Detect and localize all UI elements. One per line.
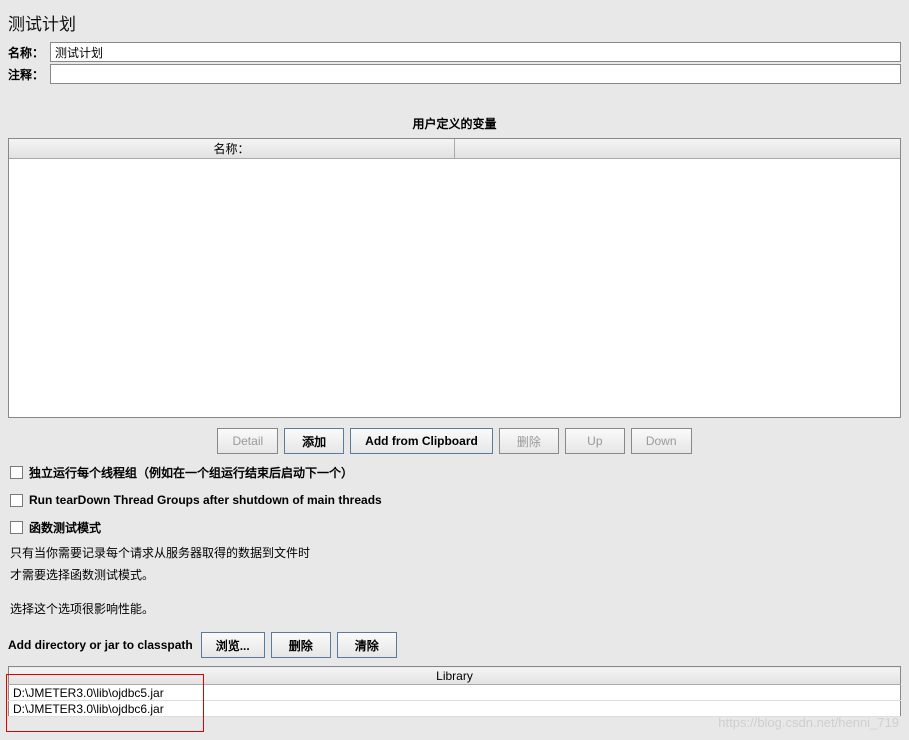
library-table: Library D:\JMETER3.0\lib\ojdbc5.jar D:\J…: [8, 666, 901, 717]
add-button[interactable]: 添加: [284, 428, 344, 454]
independent-threads-checkbox[interactable]: [10, 466, 23, 479]
user-vars-table: 名称：: [8, 138, 901, 418]
name-input[interactable]: [50, 42, 901, 62]
down-button[interactable]: Down: [631, 428, 692, 454]
library-row[interactable]: D:\JMETER3.0\lib\ojdbc5.jar: [9, 685, 901, 701]
classpath-row: Add directory or jar to classpath 浏览... …: [0, 620, 909, 664]
page-title: 测试计划: [0, 0, 909, 41]
col-value-header[interactable]: [455, 139, 900, 158]
teardown-row: Run tearDown Thread Groups after shutdow…: [0, 487, 909, 513]
name-row: 名称：: [0, 41, 909, 63]
teardown-label: Run tearDown Thread Groups after shutdow…: [29, 493, 382, 507]
hint-line2: 才需要选择函数测试模式。: [0, 564, 909, 586]
independent-threads-label: 独立运行每个线程组（例如在一个组运行结束后启动下一个）: [29, 464, 353, 481]
up-button[interactable]: Up: [565, 428, 625, 454]
library-header[interactable]: Library: [9, 667, 901, 685]
hint-line3: 选择这个选项很影响性能。: [0, 586, 909, 620]
classpath-label: Add directory or jar to classpath: [8, 638, 193, 652]
classpath-delete-button[interactable]: 删除: [271, 632, 331, 658]
classpath-buttons: 浏览... 删除 清除: [201, 632, 397, 658]
detail-button[interactable]: Detail: [217, 428, 278, 454]
functional-mode-row: 函数测试模式: [0, 513, 909, 542]
teardown-checkbox[interactable]: [10, 494, 23, 507]
clear-button[interactable]: 清除: [337, 632, 397, 658]
user-vars-title: 用户定义的变量: [0, 85, 909, 138]
vars-button-row: Detail 添加 Add from Clipboard 删除 Up Down: [0, 418, 909, 458]
table-header-row: 名称：: [9, 139, 900, 159]
delete-button[interactable]: 删除: [499, 428, 559, 454]
functional-mode-label: 函数测试模式: [29, 519, 101, 536]
comment-input[interactable]: [50, 64, 901, 84]
browse-button[interactable]: 浏览...: [201, 632, 265, 658]
watermark: https://blog.csdn.net/henni_719: [718, 715, 899, 730]
functional-mode-checkbox[interactable]: [10, 521, 23, 534]
comment-label: 注释：: [8, 66, 50, 83]
col-name-header[interactable]: 名称：: [9, 139, 455, 158]
name-label: 名称：: [8, 44, 50, 61]
independent-threads-row: 独立运行每个线程组（例如在一个组运行结束后启动下一个）: [0, 458, 909, 487]
comment-row: 注释：: [0, 63, 909, 85]
add-clipboard-button[interactable]: Add from Clipboard: [350, 428, 493, 454]
hint-line1: 只有当你需要记录每个请求从服务器取得的数据到文件时: [0, 542, 909, 564]
